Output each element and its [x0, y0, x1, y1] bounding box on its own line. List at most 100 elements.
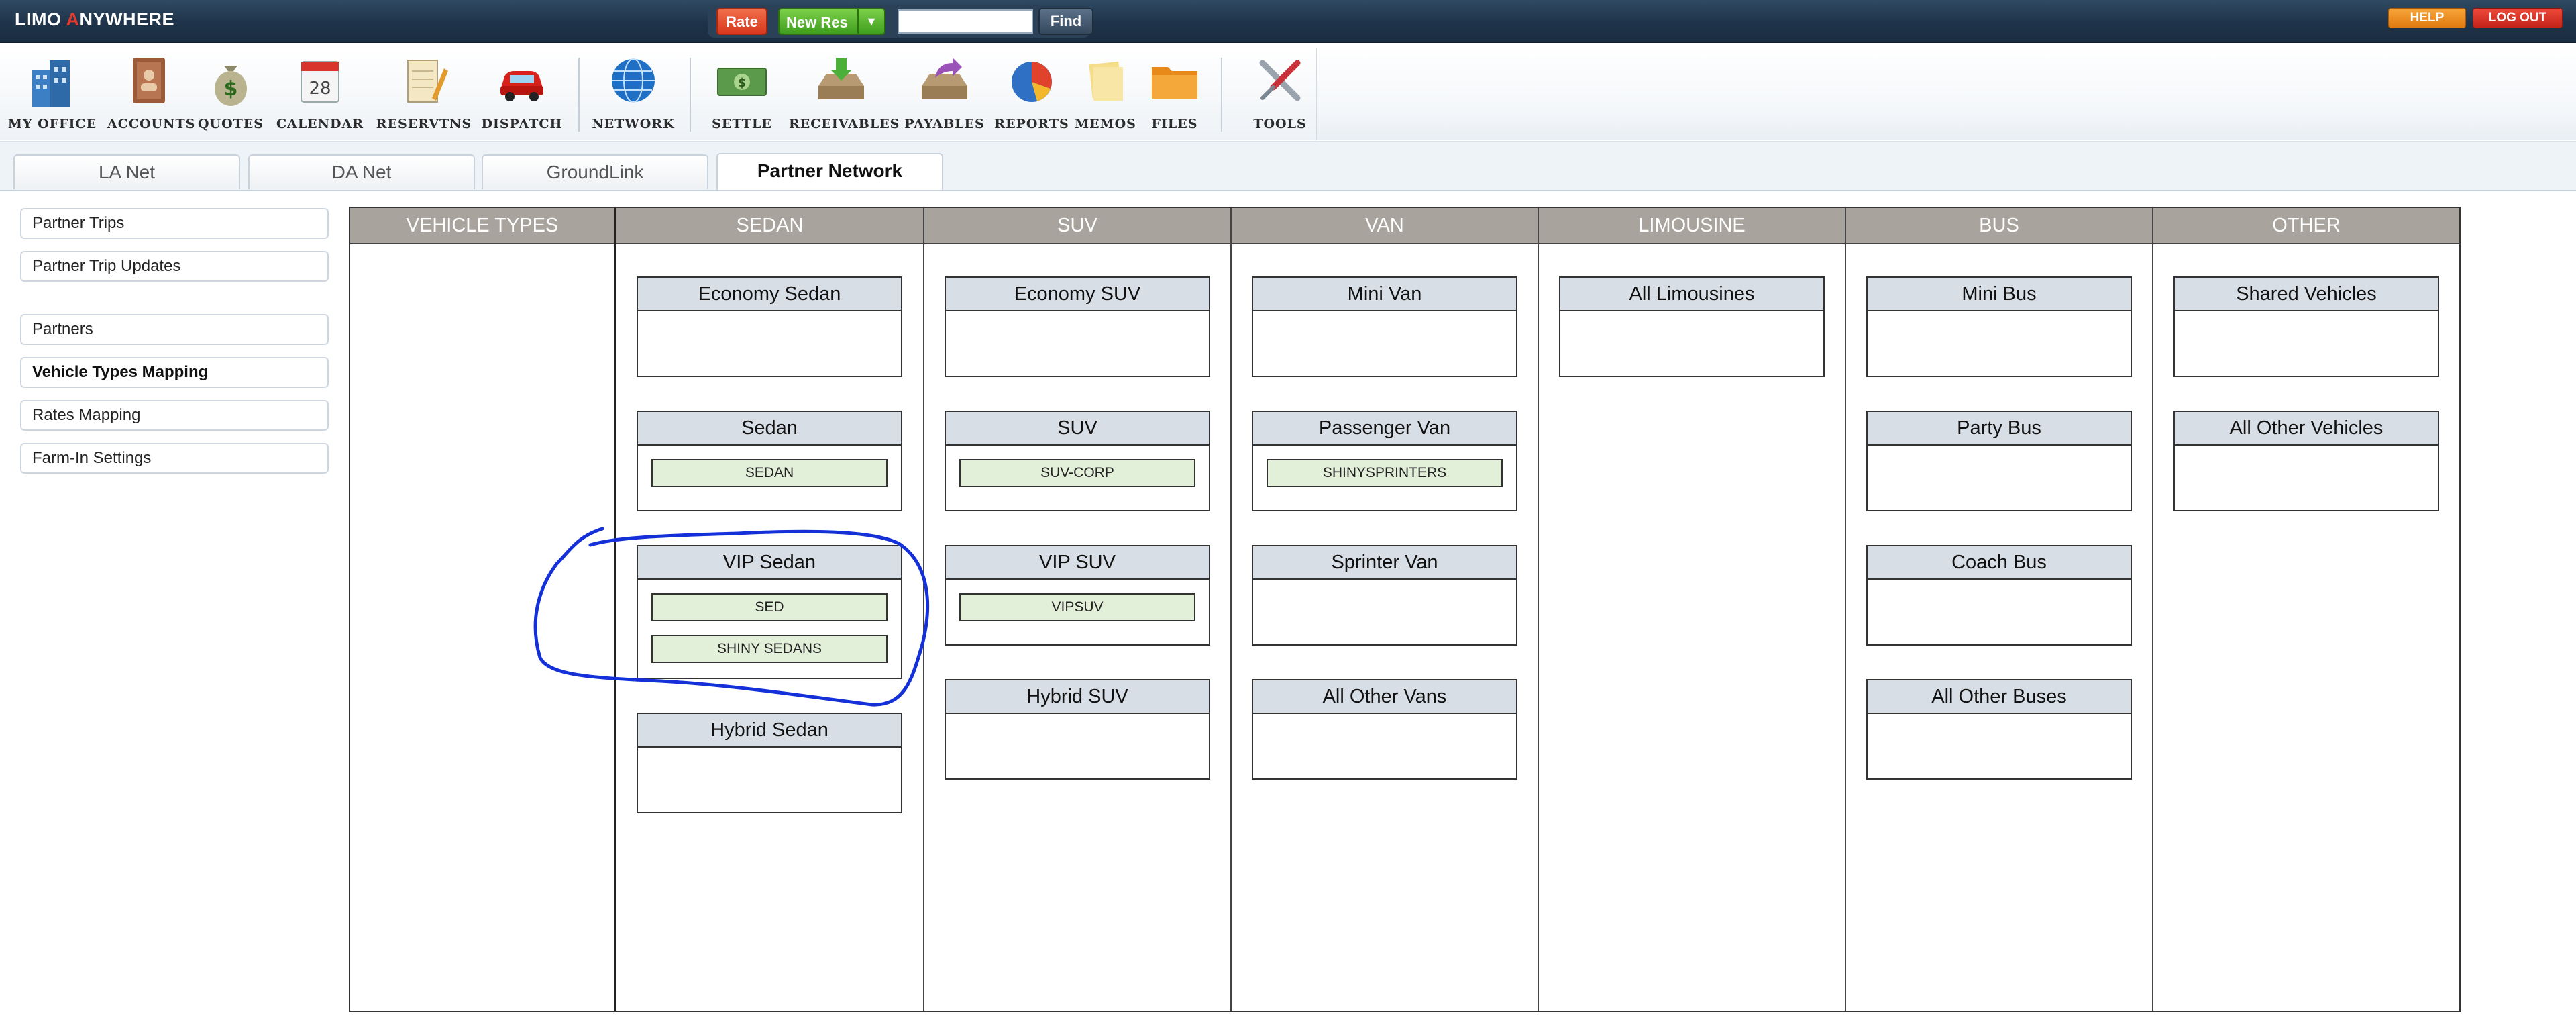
- vehicle-type-hybrid-sedan[interactable]: Hybrid Sedan: [637, 713, 902, 813]
- vehicle-type-sedan[interactable]: Sedan SEDAN: [637, 411, 902, 511]
- vehicle-type-name: Coach Bus: [1868, 546, 2131, 580]
- column-sedan: SEDAN Economy Sedan Sedan SEDAN VIP Seda…: [614, 208, 923, 1011]
- column-van: VAN Mini Van Passenger Van SHINYSPRINTER…: [1230, 208, 1538, 1011]
- find-button[interactable]: Find: [1038, 8, 1093, 35]
- vehicle-type-hybrid-suv[interactable]: Hybrid SUV: [945, 679, 1210, 780]
- toolbar-label: RESERVTNS: [376, 117, 472, 132]
- vehicle-type-party-bus[interactable]: Party Bus: [1866, 411, 2132, 511]
- chevron-down-icon[interactable]: ▼: [857, 9, 884, 34]
- vehicle-type-all-other-buses[interactable]: All Other Buses: [1866, 679, 2132, 780]
- vehicle-type-suv[interactable]: SUV SUV-CORP: [945, 411, 1210, 511]
- column-header: BUS: [1846, 208, 2152, 244]
- new-res-label: New Res: [786, 14, 848, 31]
- toolbar-payables[interactable]: PAYABLES: [900, 47, 989, 138]
- vehicle-type-vip-sedan[interactable]: VIP Sedan SED SHINY SEDANS: [637, 545, 902, 679]
- vehicle-type-mini-van[interactable]: Mini Van: [1252, 276, 1517, 377]
- toolbar-dispatch[interactable]: DISPATCH: [479, 47, 565, 138]
- outbox-tray-icon: [922, 58, 967, 99]
- column-header: SUV: [924, 208, 1230, 244]
- toolbar-label: MEMOS: [1075, 117, 1136, 132]
- vehicle-type-sprinter-van[interactable]: Sprinter Van: [1252, 545, 1517, 646]
- sidebar-item-partner-trips[interactable]: Partner Trips: [20, 208, 329, 239]
- red-car-icon: [500, 71, 543, 101]
- vehicle-type-shared-vehicles[interactable]: Shared Vehicles: [2174, 276, 2439, 377]
- address-book-icon: [133, 58, 165, 103]
- toolbar-settle[interactable]: $ SETTLE: [700, 47, 784, 138]
- folder-icon: [1152, 67, 1197, 99]
- vehicle-type-name: All Other Vans: [1253, 680, 1516, 714]
- vehicle-type-economy-suv[interactable]: Economy SUV: [945, 276, 1210, 377]
- vehicle-type-vip-suv[interactable]: VIP SUV VIPSUV: [945, 545, 1210, 646]
- office-building-icon: [32, 60, 70, 107]
- column-limousine: LIMOUSINE All Limousines: [1538, 208, 1845, 1011]
- mapped-tag[interactable]: SEDAN: [651, 459, 888, 487]
- toolbar-separator: [690, 58, 691, 132]
- vehicle-type-name: Party Bus: [1868, 412, 2131, 446]
- rate-button[interactable]: Rate: [716, 8, 767, 35]
- vehicle-type-coach-bus[interactable]: Coach Bus: [1866, 545, 2132, 646]
- vehicle-type-name: Sprinter Van: [1253, 546, 1516, 580]
- vehicle-type-passenger-van[interactable]: Passenger Van SHINYSPRINTERS: [1252, 411, 1517, 511]
- new-res-button[interactable]: New Res ▼: [778, 8, 885, 35]
- toolbar-reservations[interactable]: RESERVTNS: [374, 47, 474, 138]
- toolbar-label: QUOTES: [197, 117, 264, 132]
- toolbar-tools[interactable]: TOOLS: [1233, 47, 1327, 138]
- vehicle-type-mini-bus[interactable]: Mini Bus: [1866, 276, 2132, 377]
- sidebar-item-farm-in-settings[interactable]: Farm-In Settings: [20, 443, 329, 474]
- vehicle-type-name: Passenger Van: [1253, 412, 1516, 446]
- column-header: LIMOUSINE: [1539, 208, 1845, 244]
- sidebar-item-vehicle-types-mapping[interactable]: Vehicle Types Mapping: [20, 357, 329, 388]
- pie-chart-icon: [1012, 62, 1052, 102]
- inbox-tray-icon: [818, 58, 864, 99]
- mapped-tag[interactable]: SUV-CORP: [959, 459, 1195, 487]
- toolbar-reports[interactable]: REPORTS: [994, 47, 1069, 138]
- vehicle-type-name: VIP SUV: [946, 546, 1209, 580]
- toolbar-label: PAYABLES: [904, 117, 985, 132]
- vehicle-type-all-other-vans[interactable]: All Other Vans: [1252, 679, 1517, 780]
- vehicle-type-all-other-vehicles[interactable]: All Other Vehicles: [2174, 411, 2439, 511]
- vehicle-type-name: Sedan: [638, 412, 901, 446]
- toolbar-my-office[interactable]: MY OFFICE: [3, 47, 102, 138]
- tab-la-net[interactable]: LA Net: [13, 154, 240, 189]
- logout-button[interactable]: LOG OUT: [2473, 8, 2563, 28]
- sticky-note-icon: [1089, 61, 1123, 101]
- toolbar-label: DISPATCH: [481, 117, 563, 132]
- toolbar-accounts[interactable]: ACCOUNTS: [107, 47, 195, 138]
- toolbar-label: NETWORK: [592, 117, 675, 132]
- mapped-tag[interactable]: SHINYSPRINTERS: [1267, 459, 1503, 487]
- toolbar-label: CALENDAR: [276, 117, 364, 132]
- tab-da-net[interactable]: DA Net: [248, 154, 475, 189]
- vehicle-type-name: Economy Sedan: [638, 278, 901, 311]
- vehicle-type-all-limousines[interactable]: All Limousines: [1559, 276, 1825, 377]
- column-bus: BUS Mini Bus Party Bus Coach Bus All Oth…: [1845, 208, 2152, 1011]
- toolbar-calendar[interactable]: 28 CALENDAR: [271, 47, 369, 138]
- mapped-tag[interactable]: SHINY SEDANS: [651, 635, 888, 663]
- help-button[interactable]: HELP: [2388, 8, 2466, 28]
- toolbar-network[interactable]: NETWORK: [590, 47, 676, 138]
- column-header: VEHICLE TYPES: [350, 208, 614, 244]
- top-header-bar: LIMO ANYWHERE Rate New Res ▼ Find HELP L…: [0, 0, 2576, 43]
- toolbar-files[interactable]: FILES: [1142, 47, 1208, 138]
- vehicle-type-name: All Other Buses: [1868, 680, 2131, 714]
- toolbar-receivables[interactable]: RECEIVABLES: [789, 47, 899, 138]
- limo-anywhere-logo: LIMO ANYWHERE: [15, 9, 175, 30]
- column-header: VAN: [1232, 208, 1538, 244]
- toolbar-memos[interactable]: MEMOS: [1075, 47, 1136, 138]
- mapped-tag[interactable]: SED: [651, 593, 888, 621]
- sidebar-item-partner-trip-updates[interactable]: Partner Trip Updates: [20, 251, 329, 282]
- toolbar-label: FILES: [1151, 117, 1198, 132]
- sidebar-item-rates-mapping[interactable]: Rates Mapping: [20, 400, 329, 431]
- vehicle-type-economy-sedan[interactable]: Economy Sedan: [637, 276, 902, 377]
- search-input[interactable]: [898, 9, 1033, 34]
- vehicle-type-name: VIP Sedan: [638, 546, 901, 580]
- toolbar-quotes[interactable]: $ QUOTES: [196, 47, 266, 138]
- dollar-bill-icon: $: [717, 68, 767, 96]
- tab-groundlink[interactable]: GroundLink: [482, 154, 708, 189]
- tab-partner-network[interactable]: Partner Network: [716, 153, 943, 191]
- vehicle-type-name: Hybrid Sedan: [638, 714, 901, 748]
- column-suv: SUV Economy SUV SUV SUV-CORP VIP SUV VIP…: [923, 208, 1230, 1011]
- vehicle-type-name: SUV: [946, 412, 1209, 446]
- svg-text:$: $: [224, 77, 238, 101]
- mapped-tag[interactable]: VIPSUV: [959, 593, 1195, 621]
- sidebar-item-partners[interactable]: Partners: [20, 314, 329, 345]
